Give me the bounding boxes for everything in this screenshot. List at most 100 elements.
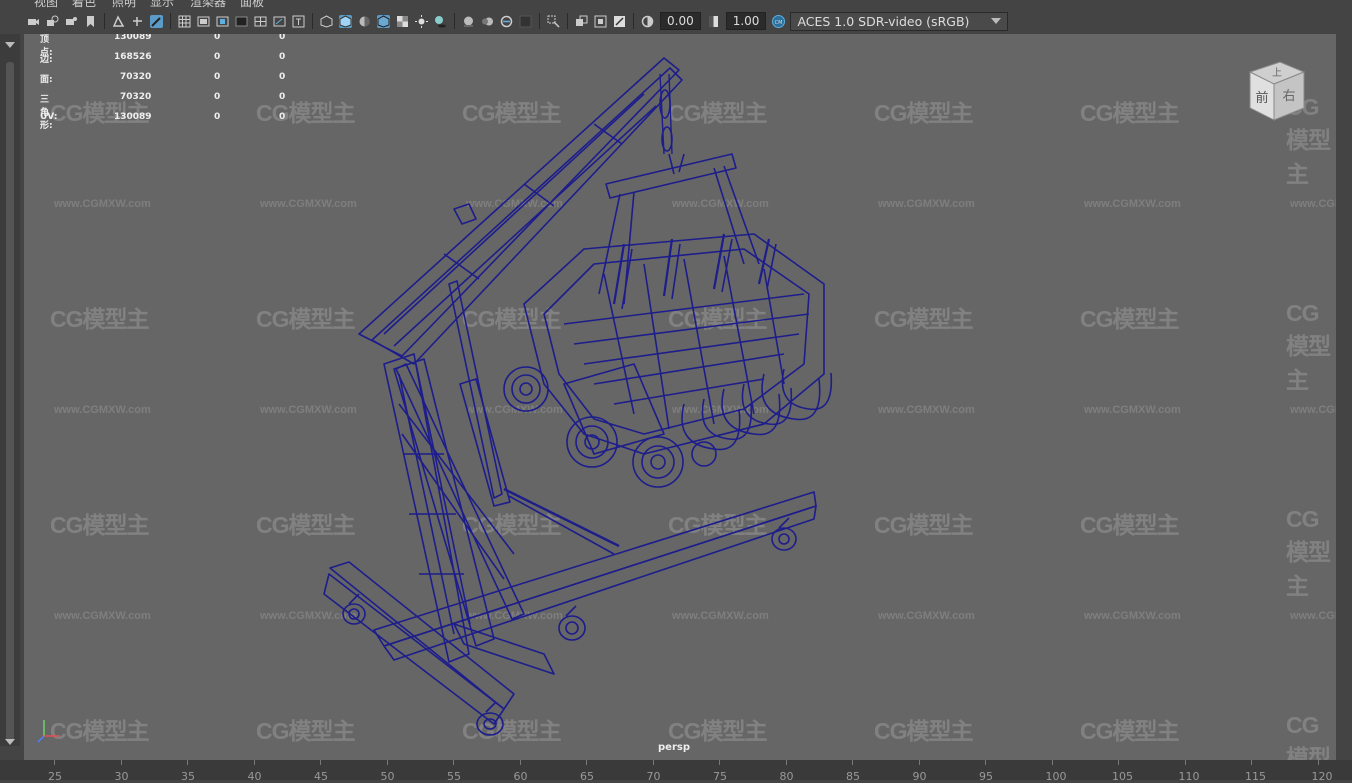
view-transform-icon[interactable]: CM [772,14,786,28]
timeline-tick-label: 50 [380,770,395,783]
timeline-tick-label: 95 [979,770,993,783]
timeline-tick [187,760,188,765]
menu-lighting[interactable]: 照明 [112,0,136,8]
timeline-tick [54,760,55,765]
timeline-tick-label: 25 [48,770,62,783]
timeline-tick [1251,760,1252,765]
safe-title-icon[interactable] [292,15,305,28]
grid-icon[interactable] [178,15,191,28]
timeline-tick-label: 40 [247,770,262,783]
gate-mask-icon[interactable] [235,15,248,28]
timeline-tick-label: 60 [513,770,528,783]
vertical-scrollbar[interactable] [6,62,14,742]
wireframe-on-shaded-icon[interactable] [377,14,390,28]
view-cube[interactable]: 上 前 右 [1242,58,1312,128]
depth-of-field-icon[interactable] [519,15,532,28]
field-chart-icon[interactable] [254,15,267,28]
wireframe-cube-icon[interactable] [320,14,333,28]
hud-value: 130089 [114,112,152,122]
svg-text:CM: CM [775,20,783,26]
color-transform-select[interactable]: ACES 1.0 SDR-video (sRGB) [790,11,1009,31]
xray-icon[interactable] [575,15,588,28]
textured-icon[interactable] [396,15,409,28]
hud-value: 0 [214,92,221,102]
isolate-select-icon[interactable] [547,15,560,28]
viewcube-right-label[interactable]: 右 [1282,89,1295,104]
hud-label-faces: 面: [40,75,53,85]
timeline-tick [719,760,720,765]
timeline-tick [1051,760,1053,765]
3d-viewport[interactable]: CG模型主CG模型主CG模型主CG模型主CG模型主CG模型主CG模型主CG模型主… [24,34,1336,760]
anti-aliasing-icon[interactable] [500,15,513,28]
hud-value: 0 [214,112,221,122]
menu-renderer[interactable]: 渲染器 [190,0,226,8]
timeline-tick-label: 65 [580,770,594,783]
safe-action-icon[interactable] [273,15,286,28]
timeline-tick [253,760,255,765]
menu-show[interactable]: 显示 [150,0,174,8]
exposure-field[interactable]: 0.00 [660,12,701,30]
hud-value: 70320 [120,92,152,102]
2d-pan-zoom-icon[interactable] [131,15,144,28]
toolbar-separator [170,13,171,29]
gamma-field[interactable]: 1.00 [725,12,767,30]
timeline-tick [120,760,122,765]
panel-toolbar: 0.00 1.00 CM ACES 1.0 SDR-video (sRGB) [24,8,1336,34]
camera-attributes-icon[interactable] [65,15,78,28]
timeline-tick-label: 90 [912,770,927,783]
default-material-icon[interactable] [358,15,371,28]
camera-lock-icon[interactable] [46,15,59,28]
hud-label-edges: 边: [40,55,53,65]
timeline-tick-label: 120 [1311,770,1333,783]
shadows-icon[interactable] [434,15,447,28]
toolbar-separator [539,13,540,29]
viewcube-top-label[interactable]: 上 [1272,67,1282,79]
screen-space-ao-icon[interactable] [462,15,475,28]
smooth-shade-icon[interactable] [339,14,352,28]
timeline-tick [652,760,654,765]
timeline-tick-label: 110 [1178,770,1200,783]
grease-pencil-icon[interactable] [150,14,163,28]
xray-joints-icon[interactable] [613,15,626,28]
timeline-tick [1118,760,1119,765]
axis-gizmo [37,720,60,743]
film-gate-icon[interactable] [197,15,210,28]
hud-value: 0 [214,52,221,62]
timeline-tick-label: 70 [646,770,661,783]
timeline-tick-label: 105 [1112,770,1133,783]
timeline-tick [785,760,787,765]
resolution-gate-icon[interactable] [216,15,229,28]
timeline-tick-label: 30 [114,770,129,783]
timeline-ruler[interactable]: 25 30 35 40 45 50 55 60 65 70 75 80 85 90 95 100 105 110 1… [0,760,1352,783]
toolbar-separator [454,13,455,29]
timeline-tick-label: 80 [779,770,794,783]
hud-value: 130089 [114,34,152,42]
viewcube-front-label[interactable]: 前 [1255,90,1268,106]
exposure-icon[interactable] [641,15,654,28]
scroll-up-arrow-icon[interactable] [5,42,15,48]
hud-value: 168526 [114,52,152,62]
image-plane-icon[interactable] [112,14,125,28]
timeline-tick-label: 55 [447,770,461,783]
menu-panels[interactable]: 面板 [240,0,264,8]
scroll-down-arrow-icon[interactable] [5,739,15,745]
toolbar-separator [567,13,568,29]
menu-view[interactable]: 视图 [34,0,58,8]
bookmark-icon[interactable] [84,15,97,28]
hud-value: 0 [279,52,286,62]
chevron-down-icon [991,17,1002,24]
timeline-tick [586,760,587,765]
menu-shading[interactable]: 着色 [72,0,96,8]
motion-blur-icon[interactable] [481,15,494,28]
timeline-tick [1317,760,1319,765]
engine-hoist-wireframe-model[interactable] [24,34,1336,760]
color-transform-value: ACES 1.0 SDR-video (sRGB) [797,13,970,29]
xray-active-components-icon[interactable] [594,15,607,28]
gamma-icon[interactable] [707,15,720,28]
lights-icon[interactable] [415,14,428,28]
timeline-tick [386,760,388,765]
camera-icon[interactable] [27,15,40,28]
timeline-tick [985,760,986,765]
timeline-tick [320,760,321,765]
timeline-tick [918,760,920,765]
